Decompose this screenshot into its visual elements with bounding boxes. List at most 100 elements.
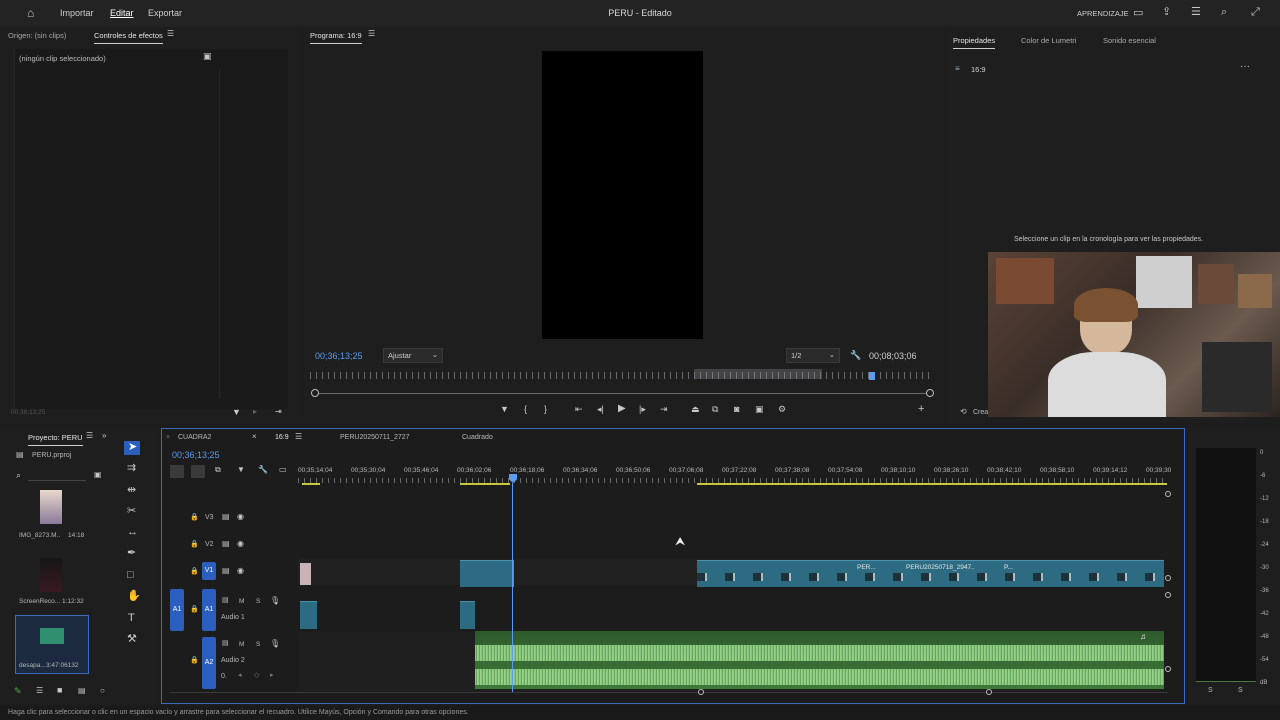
play-icon[interactable]: ▶: [618, 404, 626, 414]
tab-essential-sound[interactable]: Sonido esencial: [1103, 36, 1156, 45]
program-menu-icon[interactable]: ☰: [368, 30, 375, 38]
lock-icon[interactable]: 🔒: [190, 514, 199, 521]
pencil-icon[interactable]: ✎: [14, 687, 22, 696]
next-keyframe-icon[interactable]: ▸: [270, 672, 274, 679]
toggle-timeline-icon[interactable]: ▣: [203, 52, 212, 61]
create-icon[interactable]: ⟲: [960, 408, 967, 416]
panel-menu-icon[interactable]: ☰: [167, 30, 174, 38]
project-title[interactable]: Proyecto: PERU: [28, 433, 83, 446]
icon-view-icon[interactable]: ■: [57, 686, 62, 695]
monitor-playhead[interactable]: [869, 372, 875, 380]
remix-icon[interactable]: ⚒: [127, 634, 137, 645]
monitor-ruler[interactable]: [310, 372, 934, 379]
more-options-icon[interactable]: ···: [1240, 62, 1250, 72]
h-scroll-right-handle[interactable]: [986, 689, 992, 695]
zoom-handle-right[interactable]: [926, 389, 934, 397]
sync-lock-icon[interactable]: ▤: [222, 597, 229, 604]
wrench-icon[interactable]: 🔧: [850, 351, 861, 360]
close-icon[interactable]: ×: [252, 433, 257, 441]
close-icon[interactable]: ×: [166, 434, 170, 441]
add-keyframe-icon[interactable]: ◇: [254, 672, 259, 679]
add-button-icon[interactable]: +: [918, 404, 924, 415]
share-icon[interactable]: ⇪: [1162, 7, 1171, 18]
snap-toggle[interactable]: [191, 465, 205, 478]
source-a1-patch[interactable]: A1: [170, 589, 184, 631]
solo-button[interactable]: S: [256, 641, 260, 648]
meter-solo-right[interactable]: S: [1238, 687, 1243, 694]
zoom-slider-icon[interactable]: ○: [100, 687, 105, 695]
track-select-icon[interactable]: ⇉: [127, 463, 136, 474]
razor-icon[interactable]: ✂: [127, 506, 136, 517]
nest-toggle[interactable]: [170, 465, 184, 478]
eye-icon[interactable]: ◉: [237, 567, 244, 575]
vr-icon[interactable]: ⚙: [778, 405, 786, 414]
microphone-icon[interactable]: 🎙: [270, 640, 280, 648]
mark-in-icon[interactable]: {: [524, 405, 527, 414]
audio-clip-a2[interactable]: ♫: [475, 631, 1164, 689]
create-label[interactable]: Crea: [973, 409, 988, 416]
bin-icon[interactable]: ▣: [94, 471, 102, 479]
hand-icon[interactable]: ✋: [127, 591, 141, 602]
step-back-icon[interactable]: ◂|: [597, 405, 604, 414]
h-scrollbar-track[interactable]: [170, 692, 1168, 693]
sync-lock-icon[interactable]: ▤: [222, 567, 230, 575]
tab-effect-controls[interactable]: Controles de efectos: [94, 31, 163, 44]
video-clip-sequence[interactable]: PER... PERU20250718_2947.. P...: [697, 560, 1164, 587]
current-timecode[interactable]: 00;36;13;25: [315, 351, 363, 361]
linked-selection-icon[interactable]: ⧉: [215, 466, 221, 474]
lock-icon[interactable]: 🔒: [190, 606, 199, 613]
mark-out-icon[interactable]: }: [544, 405, 547, 414]
comparison-view-icon[interactable]: ▣: [755, 405, 764, 414]
panel-layout-icon[interactable]: ▭: [1133, 8, 1143, 19]
workspace-label[interactable]: APRENDIZAJE: [1077, 9, 1129, 18]
freeform-view-icon[interactable]: ▤: [78, 687, 86, 695]
microphone-icon[interactable]: 🎙: [270, 597, 280, 605]
camera-icon[interactable]: ◙: [734, 405, 739, 414]
sync-lock-icon[interactable]: ▤: [222, 540, 230, 548]
zoom-fit-select[interactable]: Ajustar ⌄: [383, 348, 443, 363]
work-area-bar[interactable]: [694, 369, 822, 379]
menu-lines-icon[interactable]: ☰: [1191, 7, 1201, 18]
solo-button[interactable]: S: [256, 598, 260, 605]
project-menu-icon[interactable]: ☰: [86, 432, 93, 440]
meter-solo-left[interactable]: S: [1208, 687, 1213, 694]
timeline-menu-icon[interactable]: ☰: [295, 433, 302, 441]
mute-button[interactable]: M: [239, 598, 244, 605]
h-scroll-left-handle[interactable]: [698, 689, 704, 695]
mute-button[interactable]: M: [239, 641, 244, 648]
search-input[interactable]: [28, 480, 86, 481]
tab-source[interactable]: Origen: (sin clips): [8, 31, 66, 40]
go-to-in-icon[interactable]: ⇤: [575, 405, 583, 414]
more-panels-icon[interactable]: »: [102, 432, 106, 440]
program-title[interactable]: Programa: 16:9: [310, 31, 362, 44]
list-view-icon[interactable]: ☰: [36, 687, 43, 695]
a-scroll-bottom-handle[interactable]: [1165, 666, 1171, 672]
tab-lumetri-color[interactable]: Color de Lumetri: [1021, 36, 1076, 45]
sync-lock-icon[interactable]: ▤: [222, 640, 229, 647]
zoom-handle-left[interactable]: [311, 389, 319, 397]
captions-icon[interactable]: ▭: [279, 466, 287, 474]
tab-peru-sequence[interactable]: PERU20250711_2727: [340, 434, 410, 441]
v-scroll-top-handle[interactable]: [1165, 491, 1171, 497]
rectangle-icon[interactable]: □: [127, 570, 134, 581]
media-item-3-selected[interactable]: desapa... 3:47:06132: [15, 615, 89, 674]
play-audio-icon[interactable]: ▸: [253, 408, 257, 416]
timeline-timecode[interactable]: 00;36;13;25: [172, 450, 220, 460]
zoom-scrollbar[interactable]: [314, 393, 930, 394]
extract-icon[interactable]: ⧉: [712, 405, 718, 414]
media-thumb-2[interactable]: [40, 558, 62, 592]
prev-keyframe-icon[interactable]: ◂: [238, 672, 242, 679]
filter-icon[interactable]: ▼: [232, 408, 241, 417]
track-a2-target[interactable]: A2: [202, 637, 216, 689]
lift-icon[interactable]: ⏏: [691, 405, 700, 414]
resolution-select[interactable]: 1/2 ⌄: [786, 348, 840, 363]
add-marker-icon[interactable]: ▼: [237, 466, 245, 474]
timeline-playhead-line[interactable]: [512, 483, 513, 693]
video-clip[interactable]: [300, 563, 311, 585]
lock-icon[interactable]: 🔒: [190, 657, 199, 664]
lock-icon[interactable]: 🔒: [190, 541, 199, 548]
track-a1-target[interactable]: A1: [202, 589, 216, 631]
a-scroll-top-handle[interactable]: [1165, 592, 1171, 598]
audio-clip[interactable]: [460, 601, 475, 629]
pen-icon[interactable]: ✒: [127, 548, 136, 559]
